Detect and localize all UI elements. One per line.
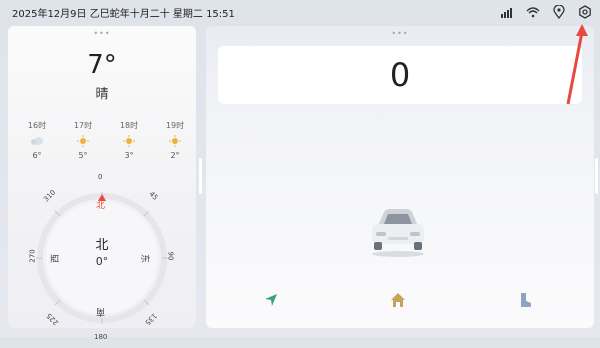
cardinal-north: 北: [96, 201, 106, 211]
current-temperature: 7°: [87, 50, 117, 80]
forecast-temp: 2°: [170, 151, 180, 160]
home-icon[interactable]: [389, 291, 407, 309]
panel-drag-handle[interactable]: •••: [93, 29, 110, 38]
weather-panel: ••• 7° 晴 16时 6° 17时 5° 18时 3° 19时 2° 0 4…: [8, 26, 196, 341]
signal-icon: [500, 4, 514, 18]
boot-icon[interactable]: [516, 291, 534, 309]
forecast-temp: 6°: [32, 151, 42, 160]
status-bar: 2025年12月9日 乙巳蛇年十月二十 星期二 15:51: [0, 0, 600, 24]
weather-condition: 晴: [95, 87, 109, 102]
sun-icon: [160, 133, 190, 149]
location-icon[interactable]: [552, 4, 566, 20]
cloud-icon: [22, 133, 52, 149]
forecast-item: 16时 6°: [22, 120, 52, 160]
speed-value: 0: [389, 56, 411, 94]
speed-card: 0: [218, 46, 582, 104]
right-edge-handle[interactable]: [595, 158, 598, 194]
compass-tick-0: 0: [98, 173, 103, 181]
forecast-item: 19时 2°: [160, 120, 190, 160]
compass-tick-180: 180: [94, 333, 108, 341]
navigation-icon[interactable]: [262, 291, 280, 309]
forecast-temp: 5°: [78, 151, 88, 160]
cardinal-south: 南: [96, 306, 106, 316]
forecast-time: 18时: [119, 121, 139, 130]
forecast-time: 17时: [73, 121, 93, 130]
forecast-item: 18时 3°: [114, 120, 144, 160]
forecast-time: 19时: [165, 121, 185, 130]
forecast-item: 17时 5°: [68, 120, 98, 160]
status-icons: [500, 4, 592, 20]
car-icon: [366, 204, 430, 258]
compass: 0 45 90 135 180 225 270 310 北 东 南 西 北 0°: [16, 172, 188, 344]
driving-panel: ••• 0: [206, 26, 594, 328]
hourly-forecast: 16时 6° 17时 5° 18时 3° 19时 2°: [22, 120, 190, 160]
forecast-time: 16时: [27, 121, 47, 130]
wifi-icon: [526, 4, 540, 18]
status-datetime: 2025年12月9日 乙巳蛇年十月二十 星期二 15:51: [12, 9, 235, 20]
sun-icon: [114, 133, 144, 149]
settings-icon[interactable]: [578, 4, 592, 19]
forecast-temp: 3°: [124, 151, 134, 160]
heading-degree: 0°: [95, 255, 109, 268]
split-resize-handle[interactable]: [199, 158, 202, 194]
panel-drag-handle[interactable]: •••: [391, 29, 408, 38]
compass-readout: 北 0°: [16, 234, 188, 268]
heading-direction: 北: [95, 238, 109, 253]
sun-icon: [68, 133, 98, 149]
